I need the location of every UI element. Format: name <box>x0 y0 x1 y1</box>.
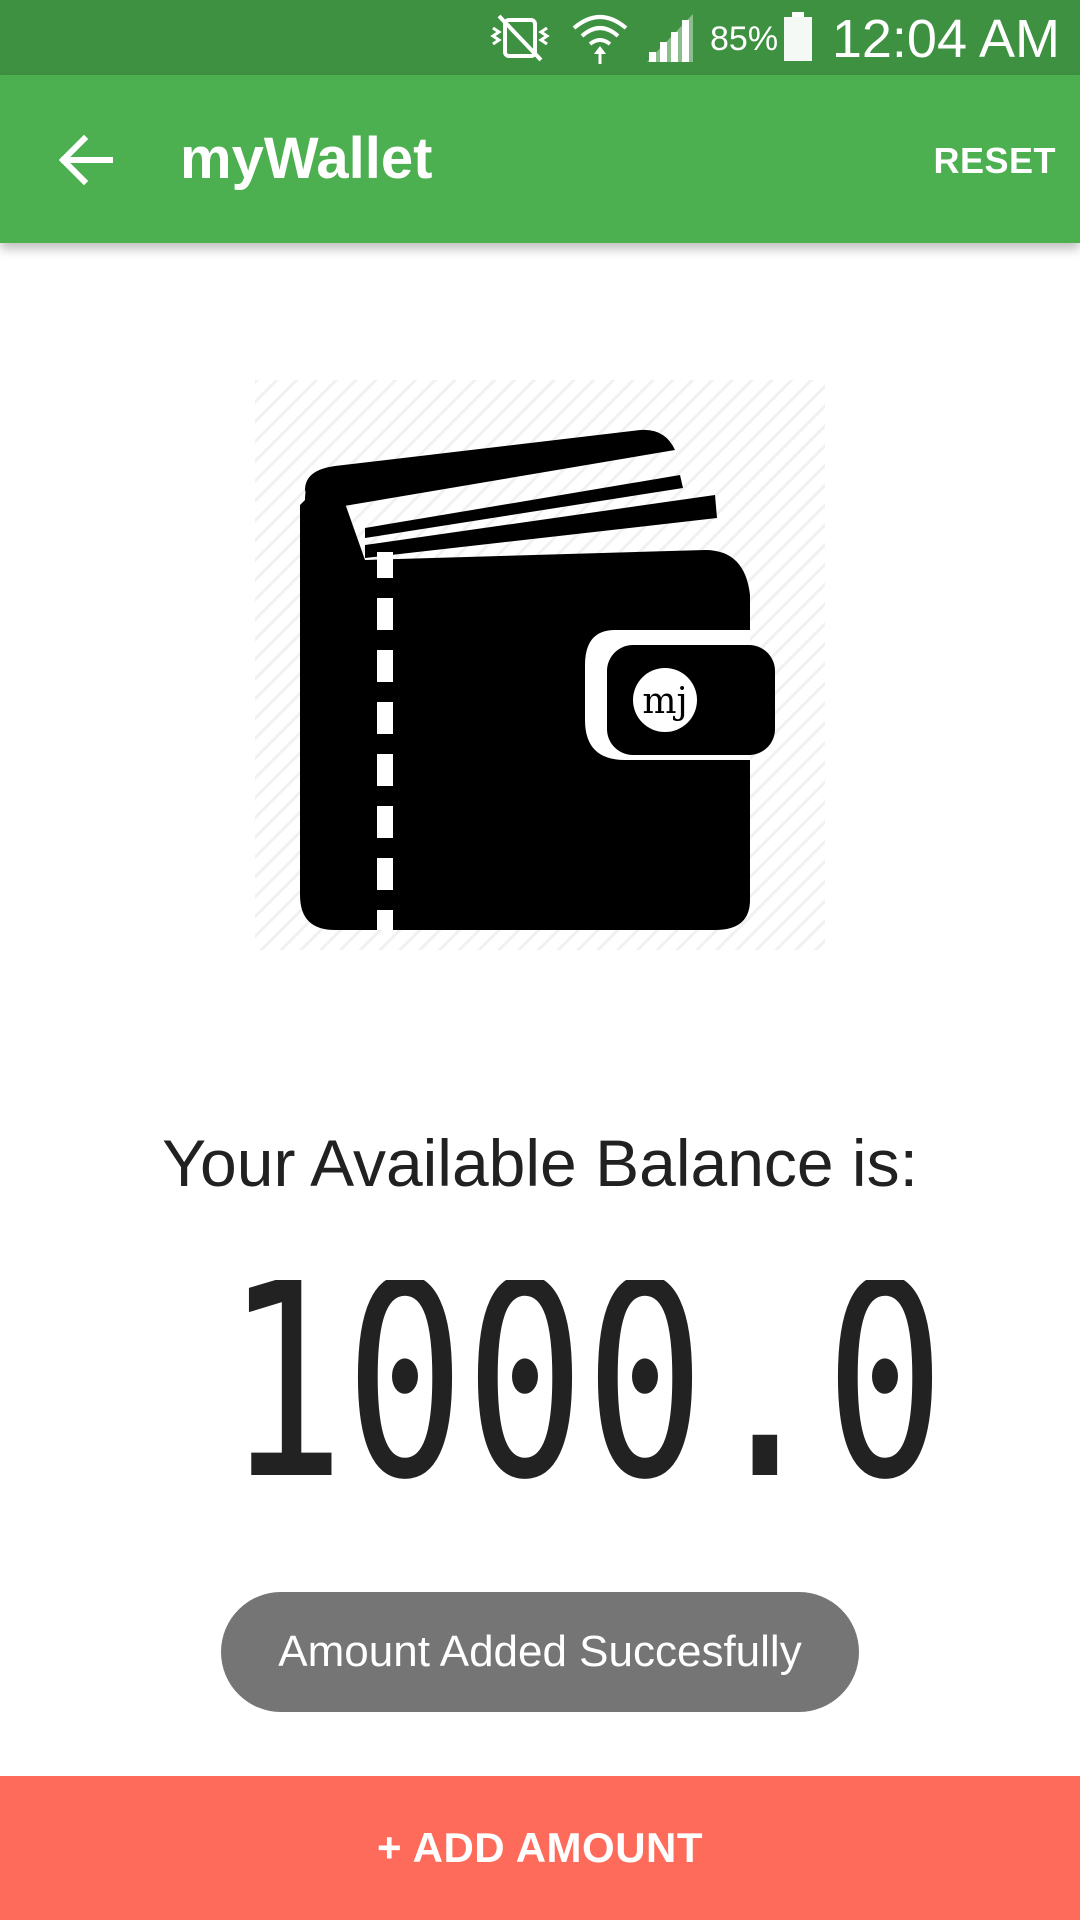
wallet-logo-text: mj <box>642 681 687 722</box>
wifi-icon <box>572 15 628 64</box>
back-arrow-icon[interactable] <box>50 125 120 195</box>
battery-percent: 85% <box>710 20 779 58</box>
balance-value-text: 1000.0 <box>225 1280 945 1490</box>
app-title: myWallet <box>180 126 433 191</box>
vibrate-mute-icon <box>490 14 550 62</box>
reset-button[interactable]: RESET <box>933 140 1056 182</box>
app-bar: myWallet RESET <box>0 75 1080 243</box>
battery-icon <box>784 12 812 61</box>
status-bar: 85% 12:04 AM <box>0 0 1080 75</box>
toast-message: Amount Added Succesfully <box>221 1592 859 1712</box>
clock: 12:04 AM <box>831 9 1060 69</box>
add-amount-button[interactable]: + ADD AMOUNT <box>0 1776 1080 1920</box>
balance-label: Your Available Balance is: <box>162 1126 918 1200</box>
wallet-icon: mj <box>255 380 825 950</box>
balance-value: 1000.0 <box>225 1280 945 1490</box>
signal-icon <box>647 14 693 62</box>
